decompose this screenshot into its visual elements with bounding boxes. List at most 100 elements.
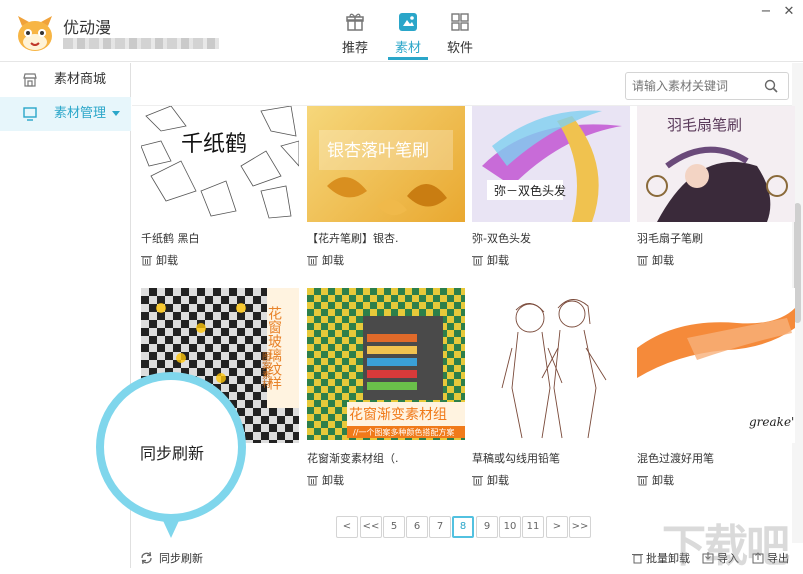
first-page-button[interactable]: << <box>360 516 382 538</box>
image-text: 花窗渐变素材组 <box>349 406 447 423</box>
card-title: 草稿或勾线用铅笔 <box>472 452 560 465</box>
unload-label: 卸载 <box>322 254 344 267</box>
chevron-down-icon <box>112 111 121 116</box>
material-card[interactable]: 千纸鹤 千纸鹤 黑白 卸载 <box>141 106 299 267</box>
sync-refresh-button[interactable]: 同步刷新 <box>140 550 203 566</box>
image-text: 弥－双色头发 <box>494 183 566 198</box>
material-card[interactable]: greake' 混色过渡好用笔 卸载 <box>637 288 795 487</box>
card-title: 弥-双色头发 <box>472 232 531 245</box>
trash-icon <box>307 476 318 486</box>
store-icon <box>23 73 37 87</box>
image-subtext: //一个图案多种颜色搭配方案 <box>353 427 454 437</box>
page-button[interactable]: 10 <box>499 516 521 538</box>
app-logo-icon <box>18 16 52 51</box>
sidebar-item-store[interactable]: 素材商城 <box>0 63 131 97</box>
pencil-sketch-image <box>501 299 607 439</box>
feather-fan-image: 羽毛扇笔刷 <box>646 116 788 222</box>
unload-label: 卸载 <box>322 474 344 487</box>
image-text: 千纸鹤 <box>181 132 247 157</box>
page-button[interactable]: 11 <box>522 516 544 538</box>
unload-label: 卸载 <box>652 254 674 267</box>
card-thumbnail[interactable]: 银杏落叶笔刷 <box>307 106 465 222</box>
tab-label: 软件 <box>446 41 473 56</box>
material-icon <box>399 13 417 31</box>
unload-button[interactable]: 卸载 <box>307 472 344 488</box>
minimize-button[interactable]: − <box>758 4 774 20</box>
paper-crane-image: 千纸鹤 <box>141 106 299 219</box>
material-card[interactable]: 羽毛扇笔刷 羽毛扇子笔刷 卸载 <box>637 106 795 267</box>
window-gradient-image: 花窗渐变素材组 //一个图案多种颜色搭配方案 <box>347 316 465 438</box>
card-thumbnail[interactable] <box>472 288 630 443</box>
page-button[interactable]: 7 <box>429 516 451 538</box>
unload-label: 卸载 <box>487 254 509 267</box>
trash-icon <box>632 554 643 564</box>
monitor-icon <box>23 107 37 121</box>
last-page-button[interactable]: >> <box>569 516 591 538</box>
color-blend-brush-image: greake' <box>637 308 795 429</box>
card-thumbnail[interactable]: greake' <box>637 288 795 443</box>
card-title: 千纸鹤 黑白 <box>141 232 200 245</box>
image-text: 羽毛扇笔刷 <box>667 116 742 134</box>
gift-icon <box>346 13 364 31</box>
card-thumbnail[interactable]: 千纸鹤 <box>141 106 299 222</box>
page-button[interactable]: 6 <box>406 516 428 538</box>
card-thumbnail[interactable]: 羽毛扇笔刷 <box>637 106 795 222</box>
user-id-blurred <box>63 38 219 49</box>
sync-label: 同步刷新 <box>159 552 203 565</box>
card-title: 【花卉笔刷】银杏. <box>307 232 399 245</box>
card-title: 羽毛扇子笔刷 <box>637 232 703 245</box>
unload-label: 卸载 <box>487 474 509 487</box>
page-button[interactable]: 5 <box>383 516 405 538</box>
next-page-button[interactable]: > <box>546 516 568 538</box>
tab-label: 推荐 <box>341 41 368 56</box>
apps-grid-icon <box>451 13 469 31</box>
close-button[interactable]: ✕ <box>781 4 797 20</box>
trash-icon <box>637 256 648 266</box>
unload-button[interactable]: 卸载 <box>472 472 509 488</box>
title-bar: 优动漫 推荐 素材 软件 − ✕ <box>0 0 803 62</box>
card-title: 混色过渡好用笔 <box>637 452 714 465</box>
unload-button[interactable]: 卸载 <box>472 252 509 268</box>
prev-page-button[interactable]: < <box>336 516 358 538</box>
material-card[interactable]: 花窗渐变素材组 //一个图案多种颜色搭配方案 花窗渐变素材组（. 卸载 <box>307 288 465 487</box>
tab-recommend[interactable]: 推荐 <box>335 10 375 62</box>
two-color-hair-image: 弥－双色头发 <box>482 110 622 222</box>
callout-text: 同步刷新 <box>140 444 205 463</box>
refresh-icon <box>141 551 152 565</box>
unload-label: 卸载 <box>652 474 674 487</box>
search-input[interactable] <box>626 73 756 99</box>
card-thumbnail[interactable]: 花窗渐变素材组 //一个图案多种颜色搭配方案 <box>307 288 465 440</box>
card-thumbnail[interactable]: 弥－双色头发 <box>472 106 630 222</box>
watermark: 下载吧 <box>662 521 790 572</box>
trash-icon <box>141 256 152 266</box>
search-box[interactable] <box>625 72 789 100</box>
trash-icon <box>472 476 483 486</box>
app-name: 优动漫 <box>63 18 112 37</box>
sidebar-item-material-manage[interactable]: 素材管理 <box>0 97 131 131</box>
image-text: greake' <box>749 415 794 429</box>
search-icon[interactable] <box>764 79 778 93</box>
image-subtext: 图案素材 <box>260 352 271 388</box>
scrollbar-thumb[interactable] <box>794 203 801 323</box>
sidebar-item-label: 素材管理 <box>54 106 107 121</box>
unload-button[interactable]: 卸载 <box>637 472 674 488</box>
unload-button[interactable]: 卸载 <box>637 252 674 268</box>
material-card[interactable]: 银杏落叶笔刷 【花卉笔刷】银杏. 卸载 <box>307 106 465 267</box>
tab-software[interactable]: 软件 <box>440 10 480 62</box>
unload-button[interactable]: 卸载 <box>307 252 344 268</box>
page-button[interactable]: 9 <box>476 516 498 538</box>
material-card[interactable]: 草稿或勾线用铅笔 卸载 <box>472 288 630 487</box>
trash-icon <box>472 256 483 266</box>
ginkgo-image: 银杏落叶笔刷 <box>319 130 453 216</box>
image-text: 银杏落叶笔刷 <box>327 141 429 161</box>
material-card[interactable]: 弥－双色头发 弥-双色头发 卸载 <box>472 106 630 267</box>
tab-material[interactable]: 素材 <box>388 10 428 62</box>
sidebar-item-label: 素材商城 <box>54 72 107 87</box>
trash-icon <box>637 476 648 486</box>
trash-icon <box>307 256 318 266</box>
page-button-current[interactable]: 8 <box>452 516 474 538</box>
unload-label: 卸载 <box>156 254 178 267</box>
tab-label: 素材 <box>394 41 421 56</box>
card-title: 花窗渐变素材组（. <box>307 452 399 465</box>
unload-button[interactable]: 卸载 <box>141 252 178 268</box>
